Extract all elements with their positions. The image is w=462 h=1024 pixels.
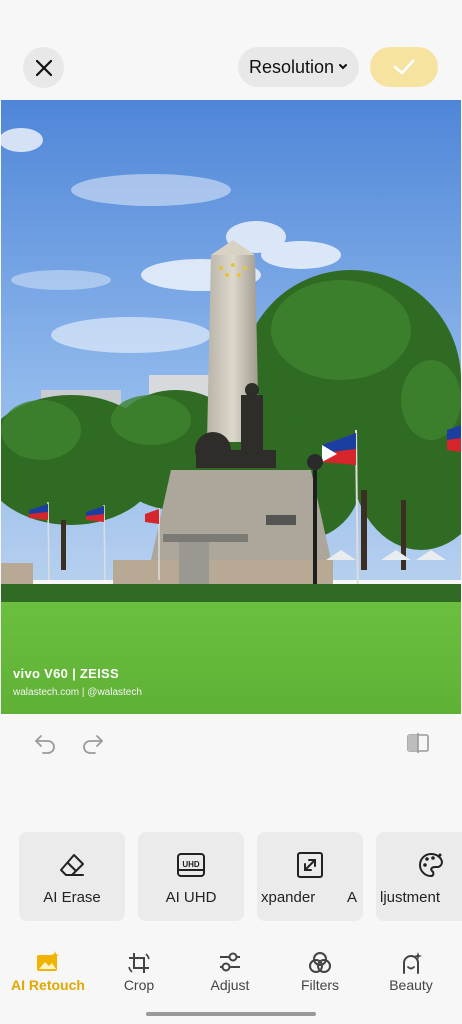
- filters-icon: [309, 952, 331, 973]
- undo-icon[interactable]: [33, 731, 57, 755]
- tab-label: Adjust: [210, 977, 250, 993]
- tool-strip[interactable]: AI Erase UHD AI UHD xpander A ljustment: [0, 832, 462, 922]
- tool-adjustment[interactable]: ljustment: [376, 832, 462, 921]
- tool-ai-erase[interactable]: AI Erase: [19, 832, 125, 921]
- crop-rotate-icon: [128, 953, 150, 973]
- tab-filters[interactable]: Filters: [280, 948, 360, 998]
- tab-beauty[interactable]: Beauty: [371, 948, 451, 998]
- expand-icon: [297, 852, 323, 878]
- truncated-letter: A: [346, 889, 357, 906]
- tool-label: xpander A: [257, 889, 363, 906]
- resolution-label: Resolution: [248, 56, 335, 77]
- eraser-icon: [60, 854, 84, 876]
- tab-ai-retouch[interactable]: AI Retouch: [8, 948, 88, 998]
- tool-label: AI UHD: [165, 889, 217, 906]
- photo-canvas[interactable]: [1, 100, 461, 714]
- watermark-camera: vivo V60 | ZEISS: [13, 666, 119, 681]
- tab-adjust[interactable]: Adjust: [190, 948, 270, 998]
- tool-label-text: xpander: [261, 889, 316, 906]
- tab-label: Beauty: [389, 977, 433, 993]
- tool-expander[interactable]: xpander A: [257, 832, 363, 921]
- photo-editor-screen: Resolution vivo V60 | ZEISS walastech.co…: [0, 0, 462, 1024]
- uhd-icon: UHD: [177, 853, 205, 877]
- resolution-dropdown[interactable]: Resolution: [238, 47, 359, 87]
- tab-label: Filters: [300, 977, 340, 993]
- compare-icon[interactable]: [406, 732, 430, 754]
- redo-icon[interactable]: [81, 731, 105, 755]
- tool-ai-uhd[interactable]: UHD AI UHD: [138, 832, 244, 921]
- chevron-down-icon: [339, 64, 348, 70]
- check-icon: [393, 59, 415, 75]
- tab-label: Crop: [123, 977, 155, 993]
- svg-text:UHD: UHD: [182, 860, 200, 869]
- beauty-icon: [403, 952, 422, 974]
- sliders-icon: [220, 952, 240, 972]
- tool-label: ljustment: [380, 889, 441, 906]
- home-indicator[interactable]: [146, 1012, 316, 1016]
- close-icon: [35, 59, 52, 76]
- confirm-button[interactable]: [370, 47, 438, 87]
- ai-retouch-icon: [37, 951, 59, 971]
- close-button[interactable]: [23, 47, 64, 88]
- palette-icon: [419, 852, 443, 878]
- tab-crop[interactable]: Crop: [99, 948, 179, 998]
- watermark-site: walastech.com | @walastech: [13, 687, 142, 698]
- tab-label: AI Retouch: [11, 977, 85, 993]
- tool-label: AI Erase: [43, 889, 101, 906]
